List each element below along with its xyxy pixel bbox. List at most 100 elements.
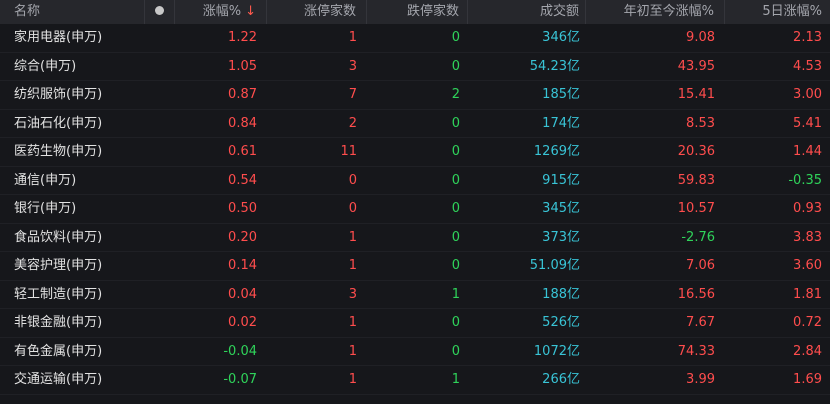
- change-pct-cell: 0.50: [228, 201, 257, 216]
- sector-name: 交通运输(申万): [14, 372, 103, 387]
- change-pct-cell: 0.04: [228, 286, 257, 302]
- table-row[interactable]: 交通运输(申万) -0.07 1 1 266亿 3.99 1.69: [0, 366, 830, 395]
- limit-down-cell: 0: [451, 172, 460, 188]
- volume-cell: 188亿: [542, 286, 580, 302]
- table-body: 家用电器(申万) 1.22 1 0 346亿 9.08 2.13 综合(申万) 1.05 3 0 54…: [0, 24, 830, 395]
- five-day-cell: 0.93: [793, 201, 822, 216]
- ytd-cell: 7.06: [686, 258, 715, 273]
- header-limit-up[interactable]: 涨停家数: [267, 0, 367, 24]
- sector-name: 银行(申万): [14, 201, 77, 216]
- header-limit-down[interactable]: 跌停家数: [367, 0, 468, 24]
- change-pct-cell: 0.61: [228, 144, 257, 159]
- volume-cell: 345亿: [542, 201, 580, 216]
- header-volume[interactable]: 成交额: [468, 0, 586, 24]
- five-day-cell: 3.83: [793, 229, 822, 245]
- ytd-cell: 15.41: [677, 87, 715, 102]
- status-dot-icon: [155, 6, 164, 15]
- table-row[interactable]: 银行(申万) 0.50 0 0 345亿 10.57 0.93: [0, 195, 830, 224]
- sector-name: 纺织服饰(申万): [14, 87, 103, 102]
- volume-cell: 51.09亿: [529, 258, 580, 273]
- five-day-cell: 2.13: [793, 30, 822, 45]
- limit-down-cell: 0: [451, 30, 460, 45]
- table-row[interactable]: 家用电器(申万) 1.22 1 0 346亿 9.08 2.13: [0, 24, 830, 53]
- header-ytd[interactable]: 年初至今涨幅%: [586, 0, 725, 24]
- change-pct-cell: 0.20: [228, 229, 257, 245]
- sort-desc-arrow-icon: ↓: [245, 4, 256, 19]
- five-day-cell: 0.72: [793, 315, 822, 330]
- row-dot-cell: [145, 224, 175, 252]
- volume-cell: 54.23亿: [529, 58, 580, 74]
- limit-up-cell: 2: [348, 115, 357, 131]
- volume-cell: 1072亿: [533, 343, 580, 359]
- row-dot-cell: [145, 167, 175, 195]
- ytd-cell: 10.57: [677, 201, 715, 216]
- limit-down-cell: 0: [451, 229, 460, 245]
- sector-name: 非银金融(申万): [14, 315, 103, 330]
- table-row[interactable]: 食品饮料(申万) 0.20 1 0 373亿 -2.76 3.83: [0, 224, 830, 252]
- row-dot-cell: [145, 338, 175, 366]
- table-row[interactable]: 美容护理(申万) 0.14 1 0 51.09亿 7.06 3.60: [0, 252, 830, 281]
- ytd-cell: 59.83: [677, 172, 715, 188]
- header-name[interactable]: 名称: [0, 0, 145, 24]
- ytd-cell: 8.53: [686, 115, 715, 131]
- limit-down-cell: 1: [451, 372, 460, 387]
- change-pct-cell: 0.02: [228, 315, 257, 330]
- table-row[interactable]: 纺织服饰(申万) 0.87 7 2 185亿 15.41 3.00: [0, 81, 830, 110]
- table-row[interactable]: 石油石化(申万) 0.84 2 0 174亿 8.53 5.41: [0, 110, 830, 138]
- limit-down-cell: 0: [451, 258, 460, 273]
- limit-up-cell: 0: [348, 201, 357, 216]
- ytd-cell: 9.08: [686, 30, 715, 45]
- limit-down-cell: 0: [451, 115, 460, 131]
- change-pct-cell: 0.14: [228, 258, 257, 273]
- limit-up-cell: 0: [348, 172, 357, 188]
- limit-down-cell: 0: [451, 343, 460, 359]
- header-5day[interactable]: 5日涨幅%: [725, 0, 830, 24]
- row-dot-cell: [145, 195, 175, 223]
- change-pct-cell: 1.05: [228, 58, 257, 74]
- sector-name: 食品饮料(申万): [14, 229, 103, 245]
- table-row[interactable]: 通信(申万) 0.54 0 0 915亿 59.83 -0.35: [0, 167, 830, 195]
- table-header: 名称 涨幅% ↓ 涨停家数 跌停家数 成交额 年初至今涨幅% 5日涨幅%: [0, 0, 830, 24]
- five-day-cell: 2.84: [793, 343, 822, 359]
- table-row[interactable]: 医药生物(申万) 0.61 11 0 1269亿 20.36 1.44: [0, 138, 830, 167]
- sector-name: 医药生物(申万): [14, 144, 103, 159]
- volume-cell: 346亿: [542, 30, 580, 45]
- change-pct-cell: -0.07: [223, 372, 257, 387]
- header-dot[interactable]: [145, 0, 175, 24]
- limit-down-cell: 0: [451, 201, 460, 216]
- sector-name: 石油石化(申万): [14, 115, 103, 131]
- volume-cell: 1269亿: [533, 144, 580, 159]
- limit-up-cell: 1: [348, 258, 357, 273]
- ytd-cell: 16.56: [677, 286, 715, 302]
- limit-up-cell: 3: [348, 286, 357, 302]
- table-row[interactable]: 有色金属(申万) -0.04 1 0 1072亿 74.33 2.84: [0, 338, 830, 366]
- header-change-pct[interactable]: 涨幅% ↓: [175, 0, 267, 24]
- five-day-cell: 5.41: [793, 115, 822, 131]
- volume-cell: 526亿: [542, 315, 580, 330]
- change-pct-cell: 0.84: [228, 115, 257, 131]
- five-day-cell: 3.60: [793, 258, 822, 273]
- table-row[interactable]: 非银金融(申万) 0.02 1 0 526亿 7.67 0.72: [0, 309, 830, 338]
- limit-down-cell: 0: [451, 58, 460, 74]
- volume-cell: 174亿: [542, 115, 580, 131]
- row-dot-cell: [145, 309, 175, 337]
- row-dot-cell: [145, 81, 175, 109]
- ytd-cell: 3.99: [686, 372, 715, 387]
- row-dot-cell: [145, 53, 175, 81]
- five-day-cell: 1.81: [793, 286, 822, 302]
- limit-up-cell: 3: [348, 58, 357, 74]
- table-row[interactable]: 轻工制造(申万) 0.04 3 1 188亿 16.56 1.81: [0, 281, 830, 309]
- limit-down-cell: 1: [451, 286, 460, 302]
- ytd-cell: 74.33: [677, 343, 715, 359]
- ytd-cell: 7.67: [686, 315, 715, 330]
- row-dot-cell: [145, 366, 175, 394]
- limit-down-cell: 2: [451, 87, 460, 102]
- table-row[interactable]: 综合(申万) 1.05 3 0 54.23亿 43.95 4.53: [0, 53, 830, 81]
- change-pct-cell: 0.54: [228, 172, 257, 188]
- limit-up-cell: 1: [348, 30, 357, 45]
- limit-up-cell: 1: [348, 315, 357, 330]
- limit-up-cell: 11: [340, 144, 357, 159]
- change-pct-cell: 0.87: [228, 87, 257, 102]
- row-dot-cell: [145, 24, 175, 52]
- sector-name: 综合(申万): [14, 58, 77, 74]
